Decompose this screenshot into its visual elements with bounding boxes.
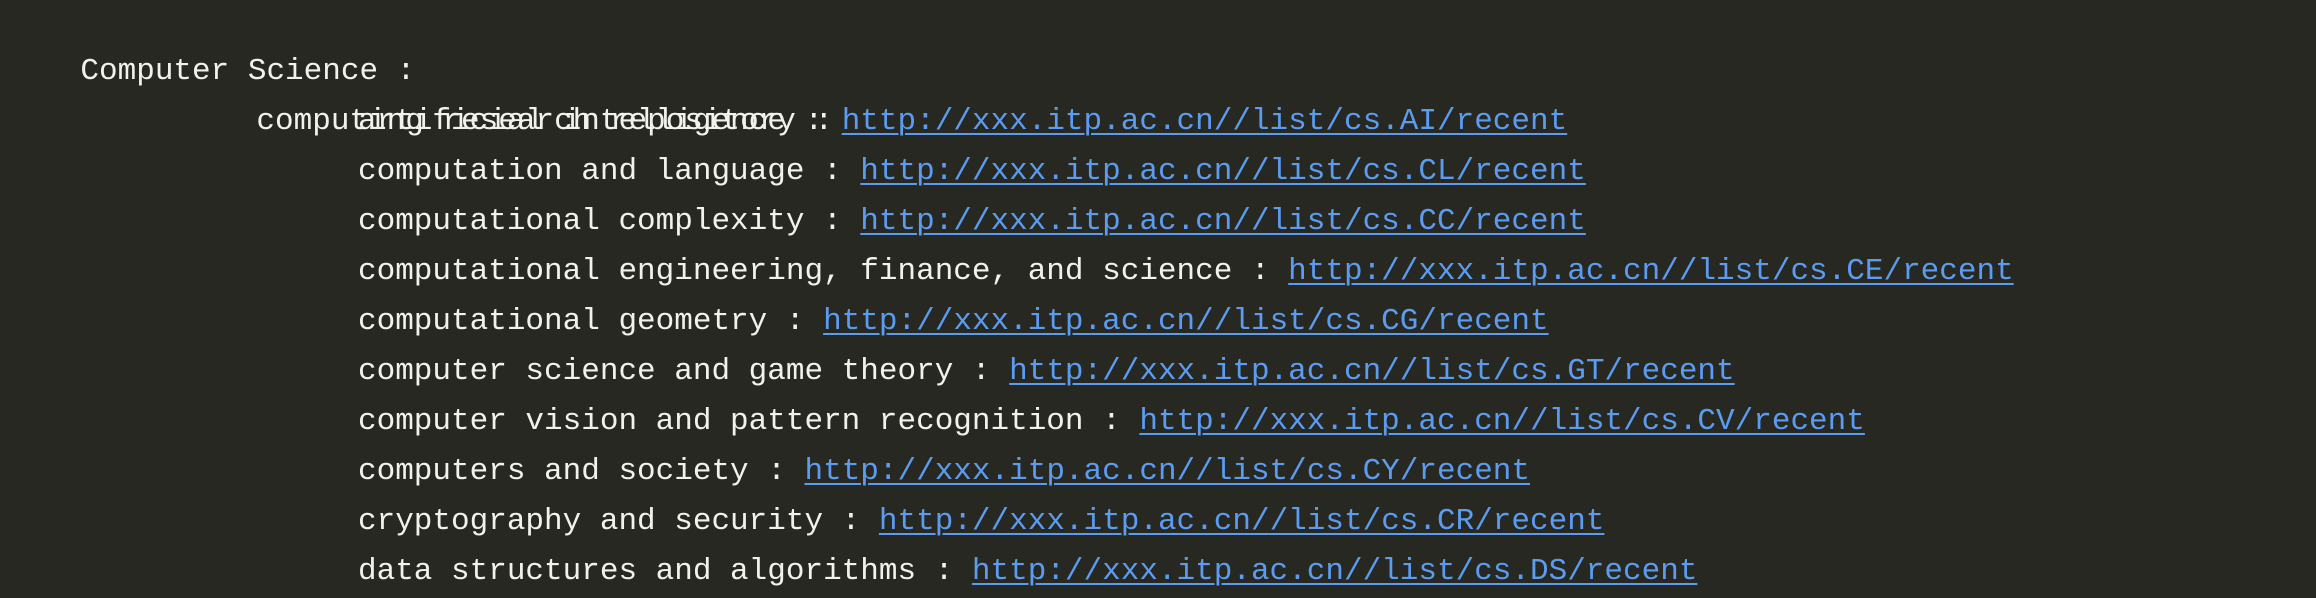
topic-label: computers and society : — [358, 454, 786, 489]
list-item: computational engineering, finance, and … — [358, 247, 2014, 297]
topic-link[interactable]: http://xxx.itp.ac.cn//list/cs.CG/recent — [823, 304, 1549, 339]
topic-link[interactable]: http://xxx.itp.ac.cn//list/cs.AI/recent — [842, 104, 1568, 139]
topic-label: computation and language : — [358, 154, 842, 189]
list-item: data structures and algorithms : http://… — [358, 547, 1697, 597]
topic-label: computational complexity : — [358, 204, 842, 239]
list-item: cryptography and security : http://xxx.i… — [358, 497, 1604, 547]
list-item: artificial intelligence : http://xxx.itp… — [358, 97, 1567, 147]
topic-label: computational engineering, finance, and … — [358, 254, 1270, 289]
topic-link[interactable]: http://xxx.itp.ac.cn//list/cs.CY/recent — [804, 454, 1530, 489]
topic-link[interactable]: http://xxx.itp.ac.cn//list/cs.CV/recent — [1139, 404, 1865, 439]
list-item: computational complexity : http://xxx.it… — [358, 197, 1586, 247]
topic-label: computer science and game theory : — [358, 354, 991, 389]
topic-link[interactable]: http://xxx.itp.ac.cn//list/cs.CL/recent — [860, 154, 1586, 189]
list-item: computer vision and pattern recognition … — [358, 397, 1865, 447]
topic-label: data structures and algorithms : — [358, 554, 954, 589]
list-item: computation and language : http://xxx.it… — [358, 147, 1586, 197]
topic-link[interactable]: http://xxx.itp.ac.cn//list/cs.CR/recent — [879, 504, 1605, 539]
topic-link[interactable]: http://xxx.itp.ac.cn//list/cs.CC/recent — [860, 204, 1586, 239]
topic-link[interactable]: http://xxx.itp.ac.cn//list/cs.GT/recent — [1009, 354, 1735, 389]
terminal-output: Computer Science : computing research re… — [0, 0, 2316, 598]
list-item: computational geometry : http://xxx.itp.… — [358, 297, 1549, 347]
list-item: computer science and game theory : http:… — [358, 347, 1735, 397]
topic-link[interactable]: http://xxx.itp.ac.cn//list/cs.CE/recent — [1288, 254, 2014, 289]
category-heading: Computer Science : — [6, 0, 415, 89]
topic-label: artificial intelligence : — [358, 104, 824, 139]
list-item: computers and society : http://xxx.itp.a… — [358, 447, 1530, 497]
topic-label: cryptography and security : — [358, 504, 861, 539]
topic-label: computer vision and pattern recognition … — [358, 404, 1121, 439]
topic-link[interactable]: http://xxx.itp.ac.cn//list/cs.DS/recent — [972, 554, 1698, 589]
topic-label: computational geometry : — [358, 304, 805, 339]
subcategory-heading: computing research repository : — [182, 47, 833, 139]
